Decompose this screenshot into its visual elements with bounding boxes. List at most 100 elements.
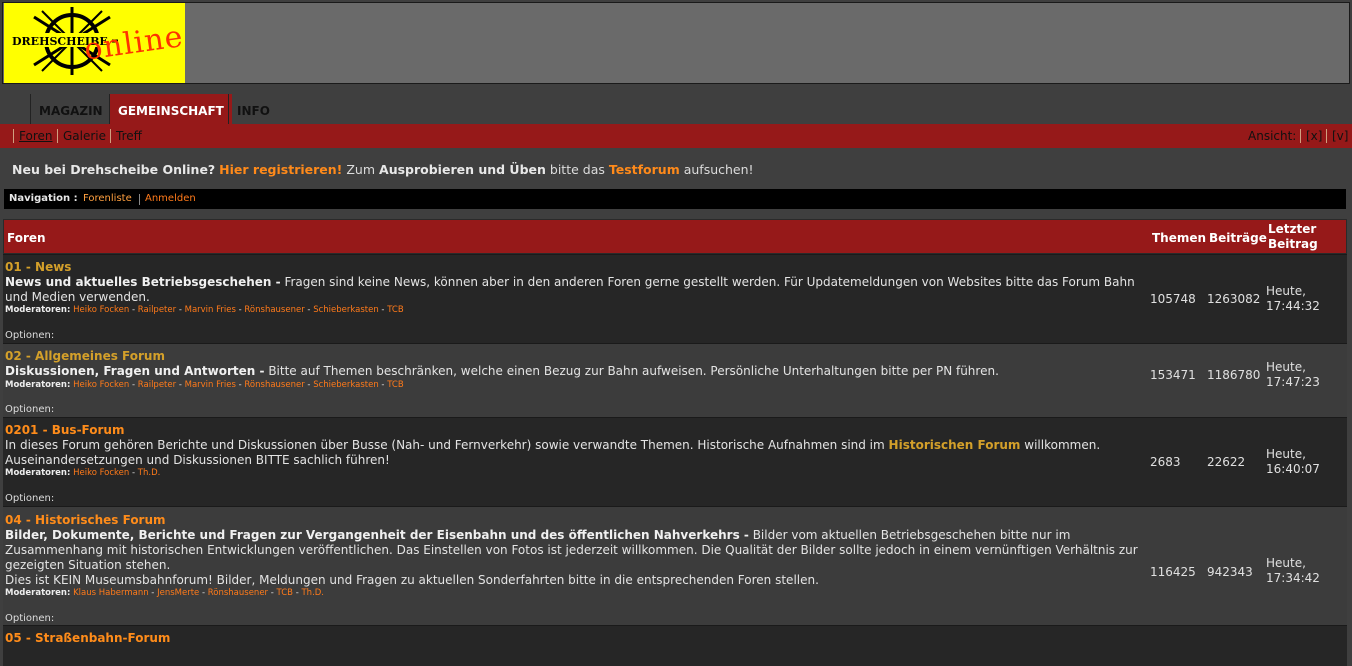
moderators: Moderatoren: Klaus Habermann - JensMerte… — [5, 588, 325, 598]
moderator-link[interactable]: Railpeter — [138, 380, 176, 390]
last-post: Heute, 17:44:32 — [1266, 284, 1336, 314]
moderator-link[interactable]: Marvin Fries — [185, 380, 236, 390]
moderator-link[interactable]: Schieberkasten — [313, 380, 379, 390]
forum-description-text: Bitte auf Themen beschränken, welche ein… — [268, 364, 999, 378]
subnav-treff[interactable]: Treff — [116, 124, 142, 148]
moderator-link[interactable]: Heiko Focken — [73, 380, 129, 390]
moderator-link[interactable]: Rönshausener — [208, 588, 268, 598]
moderators-label: Moderatoren: — [5, 380, 71, 390]
forum-row: 02 - Allgemeines Forum Diskussionen, Fra… — [3, 343, 1347, 417]
moderator-link[interactable]: TCB — [387, 305, 403, 315]
divider — [110, 129, 111, 143]
forum-description-text: Dies ist KEIN Museumsbahnforum! Bilder, … — [5, 573, 819, 587]
main-navigation: MAGAZIN GEMEINSCHAFT INFO — [0, 94, 1352, 124]
register-link[interactable]: Hier registrieren! — [219, 162, 342, 177]
options-label[interactable]: Optionen: — [5, 613, 54, 624]
moderators: Moderatoren: Heiko Focken - Railpeter - … — [5, 305, 404, 315]
moderator-link[interactable]: Rönshausener — [244, 305, 304, 315]
forum-description-text: In dieses Forum gehören Berichte und Dis… — [5, 438, 885, 452]
topic-count: 2683 — [1150, 455, 1181, 469]
notice-bold: Ausprobieren und Üben — [379, 162, 546, 177]
notice-lead: Neu bei Drehscheibe Online? — [12, 162, 216, 177]
last-post-time: 17:47:23 — [1266, 375, 1320, 389]
navigation-bar: Navigation : Forenliste Anmelden — [4, 189, 1346, 209]
moderator-link[interactable]: Th.D. — [138, 468, 161, 478]
divider — [57, 129, 58, 143]
post-count: 22622 — [1207, 455, 1246, 469]
divider — [1300, 129, 1301, 143]
forum-description: Bilder, Dokumente, Berichte und Fragen z… — [5, 528, 1143, 588]
col-header-themen: Themen — [1152, 231, 1207, 245]
last-post-time: 17:34:42 — [1266, 571, 1320, 585]
options-label[interactable]: Optionen: — [5, 404, 54, 415]
subnav-foren[interactable]: Foren — [19, 124, 52, 148]
moderator-link[interactable]: TCB — [277, 588, 293, 598]
col-header-letzter: Letzter — [1268, 222, 1317, 236]
forum-row: 01 - News News und aktuelles Betriebsges… — [3, 254, 1347, 343]
last-post-time: 16:40:07 — [1266, 462, 1320, 476]
last-post-day: Heute, — [1266, 360, 1306, 374]
forum-description: Diskussionen, Fragen und Antworten - Bit… — [5, 364, 1143, 379]
forum-title-link[interactable]: 05 - Straßenbahn-Forum — [5, 631, 170, 645]
tab-magazin[interactable]: MAGAZIN — [30, 94, 111, 124]
testforum-link[interactable]: Testforum — [609, 162, 680, 177]
divider — [139, 194, 140, 205]
moderator-link[interactable]: Marvin Fries — [185, 305, 236, 315]
moderator-link[interactable]: Rönshausener — [244, 380, 304, 390]
moderator-link[interactable]: Heiko Focken — [73, 468, 129, 478]
forum-description: News und aktuelles Betriebsgeschehen - F… — [5, 275, 1143, 305]
last-post: Heute, 17:34:42 — [1266, 556, 1336, 586]
divider — [13, 129, 14, 143]
moderator-link[interactable]: TCB — [387, 380, 403, 390]
topic-count: 105748 — [1150, 292, 1196, 306]
moderator-link[interactable]: Klaus Habermann — [73, 588, 149, 598]
forum-title-link[interactable]: 0201 - Bus-Forum — [5, 423, 124, 437]
moderator-link[interactable]: JensMerte — [157, 588, 199, 598]
forum-title-link[interactable]: 01 - News — [5, 260, 71, 274]
moderators: Moderatoren: Heiko Focken - Th.D. — [5, 468, 161, 478]
moderator-link[interactable]: Schieberkasten — [313, 305, 379, 315]
moderators-label: Moderatoren: — [5, 305, 71, 315]
site-logo[interactable]: Drehscheibe online — [4, 3, 185, 83]
view-label: Ansicht: — [1248, 129, 1297, 143]
last-post: Heute, 16:40:07 — [1266, 447, 1336, 477]
subnav-galerie[interactable]: Galerie — [63, 124, 106, 148]
post-count: 942343 — [1207, 565, 1253, 579]
sub-navigation: Foren Galerie Treff Ansicht: [x] [v] — [0, 124, 1352, 148]
moderator-link[interactable]: Railpeter — [138, 305, 176, 315]
notice-text: bitte das — [549, 162, 605, 177]
forum-row: 0201 - Bus-Forum In dieses Forum gehören… — [3, 417, 1347, 506]
options-label[interactable]: Optionen: — [5, 330, 54, 341]
view-x-button[interactable]: [x] — [1306, 124, 1322, 148]
forum-subtitle: News und aktuelles Betriebsgeschehen - — [5, 275, 281, 289]
tab-gemeinschaft[interactable]: GEMEINSCHAFT — [109, 94, 232, 124]
forenliste-link[interactable]: Forenliste — [83, 189, 132, 209]
historisches-forum-link[interactable]: Historischen Forum — [889, 438, 1021, 452]
divider — [1326, 129, 1327, 143]
anmelden-link[interactable]: Anmelden — [145, 189, 196, 209]
col-header-beitraege: Beiträge — [1209, 231, 1267, 245]
moderators: Moderatoren: Heiko Focken - Railpeter - … — [5, 380, 404, 390]
forum-row: 04 - Historisches Forum Bilder, Dokument… — [3, 506, 1347, 625]
moderators-label: Moderatoren: — [5, 468, 71, 478]
view-v-button[interactable]: [v] — [1332, 124, 1348, 148]
forum-title-link[interactable]: 04 - Historisches Forum — [5, 513, 166, 527]
forum-description: In dieses Forum gehören Berichte und Dis… — [5, 438, 1143, 468]
last-post-time: 17:44:32 — [1266, 299, 1320, 313]
post-count: 1186780 — [1207, 368, 1261, 382]
forum-description-text: willkommen. — [1024, 438, 1101, 452]
forum-title-link[interactable]: 02 - Allgemeines Forum — [5, 349, 165, 363]
notice-text: Zum — [346, 162, 376, 177]
moderator-link[interactable]: Heiko Focken — [73, 305, 129, 315]
moderator-link[interactable]: Th.D. — [301, 588, 324, 598]
col-header-beitrag: Beitrag — [1268, 237, 1318, 251]
forum-description-text: Auseinandersetzungen und Diskussionen BI… — [5, 453, 390, 467]
tab-info[interactable]: INFO — [228, 94, 278, 124]
table-header: Foren Themen Beiträge Letzter Beitrag — [3, 219, 1347, 254]
last-post-day: Heute, — [1266, 284, 1306, 298]
registration-notice: Neu bei Drehscheibe Online? Hier registr… — [12, 162, 754, 177]
notice-text: aufsuchen! — [683, 162, 754, 177]
post-count: 1263082 — [1207, 292, 1261, 306]
options-label[interactable]: Optionen: — [5, 493, 54, 504]
topic-count: 153471 — [1150, 368, 1196, 382]
